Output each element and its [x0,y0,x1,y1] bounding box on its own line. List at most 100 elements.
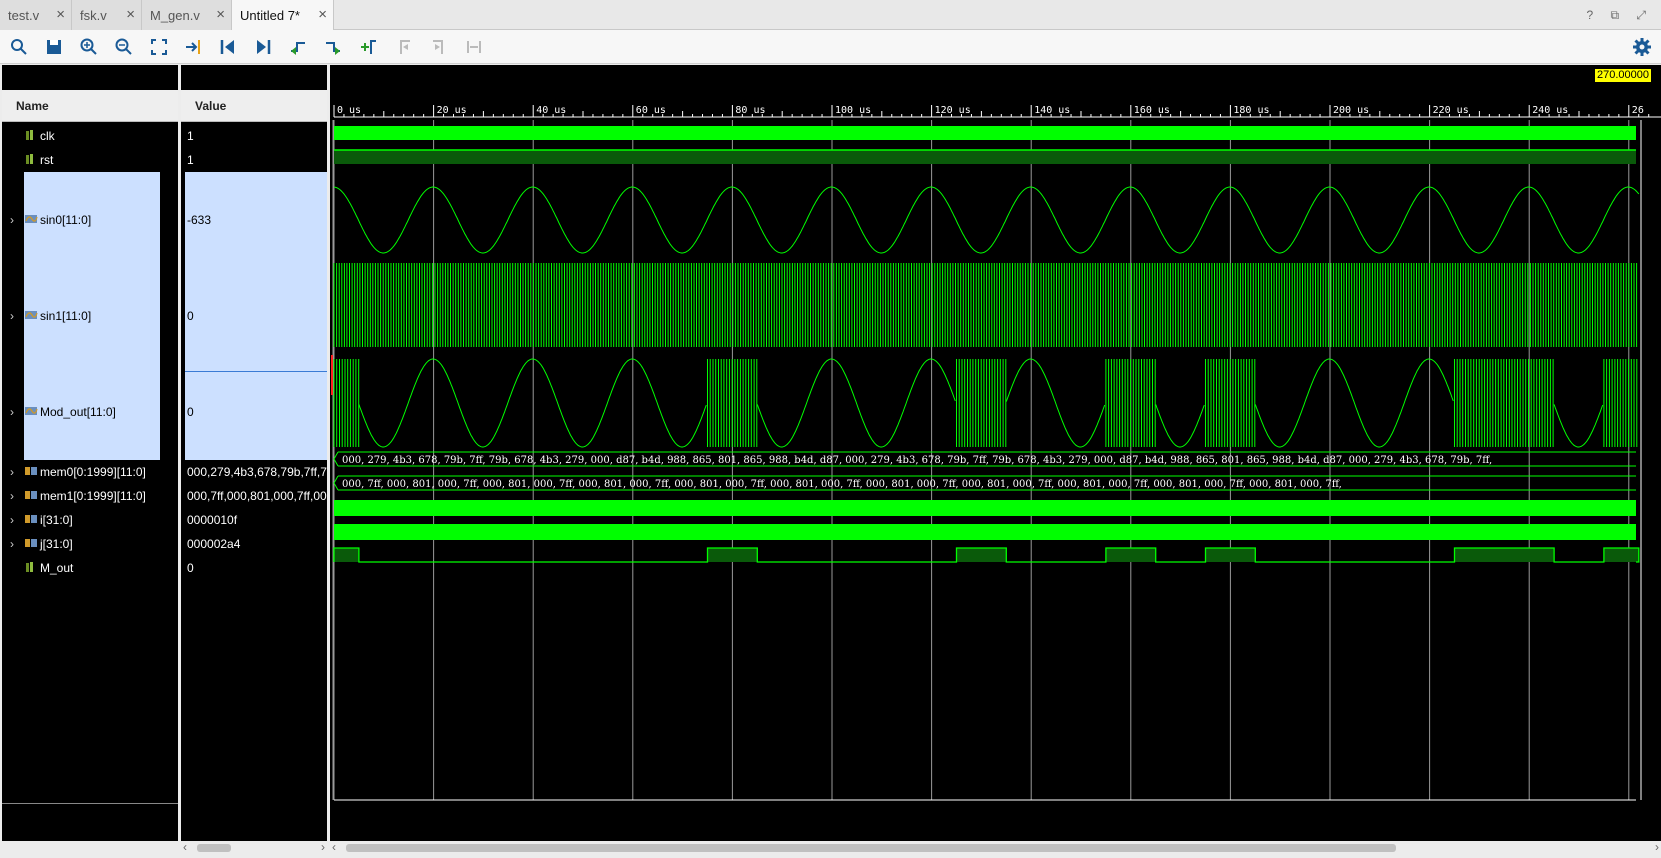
chevron-right-icon[interactable]: › [10,309,14,323]
logic-icon [24,129,36,144]
tab-m-gen-v[interactable]: M_gen.v × [142,0,232,30]
signal-value-row[interactable]: 0 [181,556,327,580]
gear-icon[interactable] [1631,36,1653,58]
i-wave [334,500,1636,516]
signal-row-m-out[interactable]: M_out [2,556,178,580]
name-column-header[interactable]: Name [2,90,178,122]
signal-value-panel: Value 1 1 -633 0 0 000,279,4b3,678,79b,7ff,7 0… [181,65,327,855]
value-column-header[interactable]: Value [181,90,327,122]
close-icon[interactable]: × [56,6,65,23]
rst-wave-fill [334,150,1636,164]
chevron-right-icon[interactable]: › [10,405,14,419]
add-marker-icon[interactable] [358,36,380,58]
m-out-high-fill [1603,548,1639,562]
analog-bus-icon [24,405,38,420]
signal-value-row[interactable]: 0000010f [181,508,327,532]
go-to-end-icon[interactable] [252,36,274,58]
ruler-tick-label: 160 us [1134,105,1170,116]
signal-value-row[interactable]: 000,7ff,000,801,000,7ff,00 [181,484,327,508]
zoom-fit-icon[interactable] [148,36,170,58]
signal-value-row[interactable]: 0 [181,268,327,364]
signal-value-row[interactable]: -633 [181,172,327,268]
close-icon[interactable]: × [126,6,135,23]
editor-tab-bar: test.v × fsk.v × M_gen.v × Untitled 7* ×… [0,0,1661,30]
m-out-high-fill [334,548,359,562]
signal-row-sin0[interactable]: › sin0[11:0] [2,172,178,268]
tab-test-v[interactable]: test.v × [0,0,72,30]
signal-name: sin1[11:0] [40,309,92,323]
signal-row-mem1[interactable]: › mem1[0:1999][11:0] [2,484,178,508]
signal-row-clk[interactable]: clk [2,124,178,148]
chevron-right-icon[interactable]: › [10,465,14,479]
chevron-right-icon[interactable]: › [10,489,14,503]
waveform-scrollbar[interactable]: ‹ › [330,840,1661,855]
m-out-high-fill [956,548,1007,562]
ruler-tick-label: 0 us [337,105,361,116]
signal-name: Mod_out[11:0] [40,405,116,419]
signal-name: mem0[0:1999][11:0] [40,465,146,479]
signal-name: clk [40,129,55,143]
m-out-high-fill [1205,548,1256,562]
signal-name: j[31:0] [40,537,73,551]
signal-row-j[interactable]: › j[31:0] [2,532,178,556]
signal-value: 0 [187,561,194,575]
signal-name: i[31:0] [40,513,73,527]
signal-name: sin0[11:0] [40,213,92,227]
window-controls[interactable]: ? ⧉ ⤢ [1586,8,1653,23]
logic-icon [24,561,36,576]
array-icon [24,489,38,504]
waveform-canvas[interactable]: 0 us 20 us 40 us 60 us 80 us 100 us 120 us 140 … [330,65,1661,840]
signal-row-rst[interactable]: rst [2,148,178,172]
ruler-tick-label: 100 us [835,105,871,116]
logic-icon [24,153,36,168]
waveform-toolbar [0,30,1661,64]
ruler-tick-label: 140 us [1034,105,1070,116]
signal-value-row[interactable]: 000,279,4b3,678,79b,7ff,7 [181,460,327,484]
signal-value-row[interactable]: 1 [181,148,327,172]
ruler-tick-label: 240 us [1532,105,1568,116]
signal-value: 000002a4 [187,537,241,551]
next-marker-icon [428,36,450,58]
signal-name: rst [40,153,54,167]
signal-row-sin1[interactable]: › sin1[11:0] [2,268,178,364]
chevron-right-icon[interactable]: › [10,537,14,551]
signal-row-i[interactable]: › i[31:0] [2,508,178,532]
analog-bus-icon [24,309,38,324]
close-icon[interactable]: × [216,6,225,23]
search-icon[interactable] [8,36,30,58]
clk-wave [334,126,1636,140]
zoom-out-icon[interactable] [113,36,135,58]
previous-marker-icon [393,36,415,58]
chevron-right-icon[interactable]: › [10,513,14,527]
signal-value: 0 [187,405,194,419]
ruler-tick-label: 180 us [1233,105,1269,116]
value-scrollbar[interactable]: ‹ › [181,840,327,855]
go-to-start-icon[interactable] [217,36,239,58]
tab-fsk-v[interactable]: fsk.v × [72,0,142,30]
ruler-tick-label: 40 us [536,105,566,116]
next-transition-icon[interactable] [322,36,344,58]
signal-row-mem0[interactable]: › mem0[0:1999][11:0] [2,460,178,484]
save-icon[interactable] [43,36,65,58]
signal-row-mod-out[interactable]: › Mod_out[11:0] [2,364,178,460]
zoom-in-icon[interactable] [78,36,100,58]
signal-name: mem1[0:1999][11:0] [40,489,146,503]
tab-untitled-7[interactable]: Untitled 7* × [232,0,334,30]
mem0-values: 000, 279, 4b3, 678, 79b, 7ff, 79b, 678, … [342,455,1492,466]
mem1-values: 000, 7ff, 000, 801, 000, 7ff, 000, 801, … [342,479,1342,490]
signal-value-row[interactable]: 000002a4 [181,532,327,556]
signal-name-panel: Name clk rst › sin0[11:0] › sin1[11:0] › Mod_ou… [2,65,178,855]
signal-value-row[interactable]: 1 [181,124,327,148]
m-out-high-fill [1454,548,1555,562]
previous-transition-icon[interactable] [287,36,309,58]
m-out-high-fill [707,548,758,562]
signal-value: 000,279,4b3,678,79b,7ff,7 [187,465,327,479]
go-to-cursor-icon[interactable] [182,36,204,58]
name-scrollbar[interactable] [2,841,178,855]
close-icon[interactable]: × [318,6,327,23]
waveform-panel[interactable]: 270.00000 0 us 20 us 40 us 60 us 80 us 100 us… [330,65,1661,855]
signal-value-row[interactable]: 0 [181,364,327,460]
mod-out-wave [359,359,1639,447]
tab-label: test.v [8,7,40,23]
chevron-right-icon[interactable]: › [10,213,14,227]
